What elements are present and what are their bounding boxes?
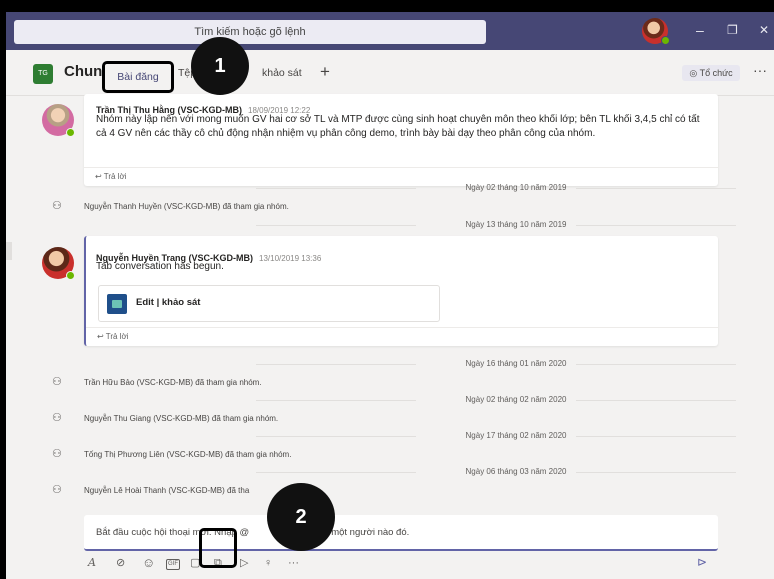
date-separator: Ngày 02 tháng 10 năm 2019 [256,182,774,194]
presence-available-icon [66,128,75,137]
step-marker-1: 1 [191,37,249,95]
compose-box[interactable]: Bắt đầu cuộc hội thoại mới. Nhập @ một ng… [84,515,718,551]
member-added-icon: ⚇ [52,412,62,424]
tab-attachment-card[interactable]: Edit | khảo sát [98,285,440,322]
gif-icon[interactable]: GIF [166,559,180,570]
system-event-text: Trần Hữu Bảo (VSC-KGD-MB) đã tham gia nh… [84,378,262,387]
system-event-text: Nguyễn Thanh Huyền (VSC-KGD-MB) đã tham … [84,202,289,211]
format-icon[interactable]: A [88,555,96,571]
date-separator: Ngày 13 tháng 10 năm 2019 [256,219,774,231]
message-card: Trần Thị Thu Hằng (VSC-KGD-MB) 18/09/2019… [84,94,718,186]
emoji-icon[interactable]: ☺ [142,555,155,571]
member-added-icon: ⚇ [52,484,62,496]
member-added-icon: ⚇ [52,448,62,460]
send-icon[interactable]: ⊳ [697,555,707,569]
compose-placeholder: Bắt đầu cuộc hội thoại mới. Nhập @ một ng… [96,527,410,538]
org-button[interactable]: ◎ Tổ chức [682,65,740,81]
author-avatar[interactable] [42,104,75,137]
tab-survey[interactable]: khảo sát [262,67,302,79]
survey-app-icon [107,294,127,314]
message-body: Tab conversation has begun. [96,261,224,272]
system-event: ⚇ Nguyễn Lê Hoài Thanh (VSC-KGD-MB) đã t… [52,485,472,497]
date-separator: Ngày 02 tháng 02 năm 2020 [256,394,774,406]
more-apps-icon[interactable]: ··· [288,555,299,571]
member-added-icon: ⚇ [52,376,62,388]
close-button[interactable]: ✕ [759,22,769,38]
tab-posts[interactable]: Bài đăng [102,61,174,93]
presence-available-icon [661,36,670,45]
title-bar: Tìm kiếm hoặc gõ lệnh – ❐ ✕ [6,12,774,50]
team-avatar: TG [33,64,53,84]
system-event: ⚇ Tống Thị Phương Liên (VSC-KGD-MB) đã t… [52,449,472,461]
more-options-button[interactable]: ··· [753,62,767,78]
praise-icon[interactable]: ♀ [264,555,272,571]
user-avatar[interactable] [642,18,670,45]
date-separator: Ngày 16 tháng 01 năm 2020 [256,358,774,370]
attachment-label: Edit | khảo sát [136,297,201,308]
member-added-icon: ⚇ [52,200,62,212]
step-marker-2: 2 [267,483,335,551]
message-time: 13/10/2019 13:36 [259,254,322,263]
channel-header: TG Chung Bài đăng Tệp khảo sát + ◎ Tổ ch… [6,50,774,96]
search-input[interactable]: Tìm kiếm hoặc gõ lệnh [14,20,486,44]
date-separator: Ngày 06 tháng 03 năm 2020 [256,466,774,478]
system-event: ⚇ Trần Hữu Bảo (VSC-KGD-MB) đã tham gia … [52,377,472,389]
system-event: ⚇ Nguyễn Thanh Huyền (VSC-KGD-MB) đã tha… [52,201,472,213]
date-separator: Ngày 17 tháng 02 năm 2020 [256,430,774,442]
system-event-text: Nguyễn Thu Giang (VSC-KGD-MB) đã tham gi… [84,414,279,423]
teams-window: Tìm kiếm hoặc gõ lệnh – ❐ ✕ TG Chung Bài… [6,12,774,579]
minimize-button[interactable]: – [696,22,704,38]
add-tab-button[interactable]: + [320,62,330,82]
presence-available-icon [66,271,75,280]
attach-icon[interactable]: ⊘ [116,555,125,571]
author-avatar[interactable] [42,247,75,280]
system-event-text: Tống Thị Phương Liên (VSC-KGD-MB) đã tha… [84,450,292,459]
system-event: ⚇ Nguyễn Thu Giang (VSC-KGD-MB) đã tham … [52,413,472,425]
maximize-button[interactable]: ❐ [727,22,738,38]
stream-icon[interactable]: ▷ [240,555,248,571]
message-body: Nhóm này lập nên với mong muốn GV hai cơ… [96,114,700,139]
compose-toolbar: A ⊘ ☺ GIF ▢ ⧉ ▷ ♀ ··· [84,555,724,573]
reply-button[interactable]: ↩ Trả lời [86,327,718,346]
system-event-text: Nguyễn Lê Hoài Thanh (VSC-KGD-MB) đã tha [84,486,250,495]
message-card: Nguyễn Huyền Trang (VSC-KGD-MB) 13/10/201… [84,236,718,346]
meet-now-highlight [199,528,237,568]
scroll-indicator [6,242,12,260]
